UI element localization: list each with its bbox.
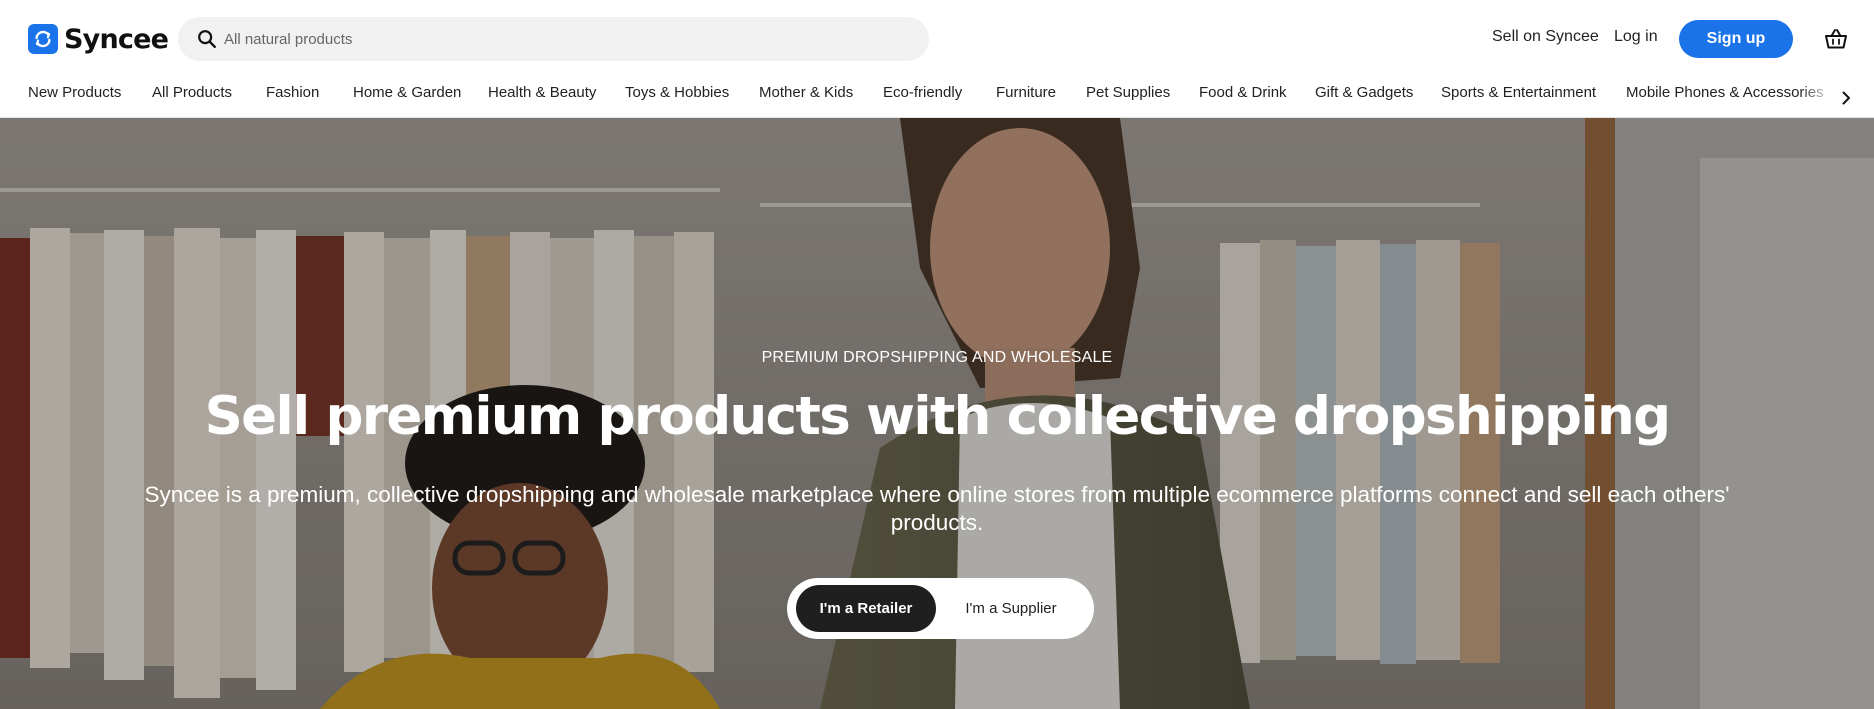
category-food-drink[interactable]: Food & Drink: [1199, 84, 1287, 101]
category-eco-friendly[interactable]: Eco-friendly: [883, 84, 962, 101]
signup-button[interactable]: Sign up: [1679, 20, 1793, 58]
chevron-right-icon[interactable]: [1834, 86, 1858, 110]
category-fashion[interactable]: Fashion: [266, 84, 319, 101]
basket-icon[interactable]: [1823, 26, 1849, 52]
category-gift-gadgets[interactable]: Gift & Gadgets: [1315, 84, 1413, 101]
brand-name: Syncee: [64, 23, 169, 55]
category-mother-kids[interactable]: Mother & Kids: [759, 84, 853, 101]
category-new-products[interactable]: New Products: [28, 84, 121, 101]
category-pet-supplies[interactable]: Pet Supplies: [1086, 84, 1170, 101]
supplier-toggle-button[interactable]: I'm a Supplier: [936, 585, 1086, 632]
category-all-products[interactable]: All Products: [152, 84, 232, 101]
login-link[interactable]: Log in: [1614, 28, 1658, 46]
category-home-garden[interactable]: Home & Garden: [353, 84, 461, 101]
search-icon[interactable]: [196, 28, 218, 50]
search-bar[interactable]: [178, 17, 929, 61]
category-health-beauty[interactable]: Health & Beauty: [488, 84, 596, 101]
sync-logo-icon: [28, 24, 58, 54]
hero-eyebrow: PREMIUM DROPSHIPPING AND WHOLESALE: [761, 349, 1113, 366]
syncee-logo[interactable]: Syncee: [28, 23, 169, 55]
category-furniture[interactable]: Furniture: [996, 84, 1056, 101]
search-input[interactable]: [224, 30, 904, 48]
top-header: Syncee Sell on Syncee Log in Sign up: [0, 0, 1874, 78]
hero-section: PREMIUM DROPSHIPPING AND WHOLESALE Sell …: [0, 118, 1874, 709]
retailer-toggle-button[interactable]: I'm a Retailer: [796, 585, 936, 632]
hero-subtitle: Syncee is a premium, collective dropship…: [144, 482, 1730, 535]
category-toys-hobbies[interactable]: Toys & Hobbies: [625, 84, 729, 101]
sell-on-syncee-link[interactable]: Sell on Syncee: [1492, 28, 1599, 46]
role-toggle: I'm a Retailer I'm a Supplier: [787, 578, 1094, 639]
category-sports-entertainment[interactable]: Sports & Entertainment: [1441, 84, 1596, 101]
category-nav: New Products All Products Fashion Home &…: [0, 78, 1874, 118]
hero-title: Sell premium products with collective dr…: [204, 386, 1671, 447]
category-mobile-phones[interactable]: Mobile Phones & Accessories: [1626, 84, 1824, 101]
